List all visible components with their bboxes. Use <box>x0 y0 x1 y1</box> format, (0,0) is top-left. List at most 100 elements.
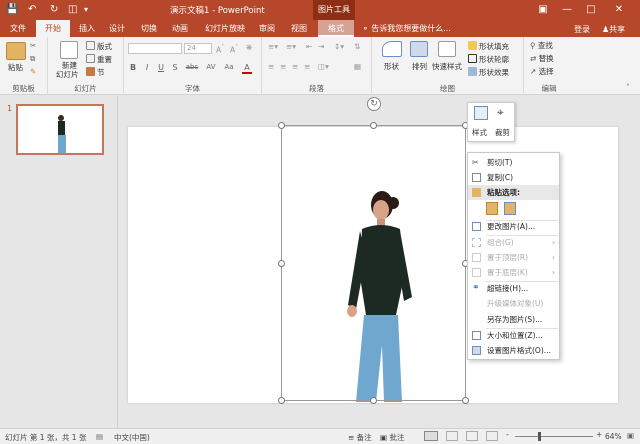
select-button[interactable]: ↗ 选择 <box>530 67 554 77</box>
tab-format[interactable]: 格式 <box>318 20 354 37</box>
justify-icon[interactable]: ≡ <box>304 62 310 72</box>
close-icon[interactable]: ✕ <box>608 2 630 18</box>
smartart-icon[interactable]: ▦ <box>354 62 361 72</box>
menu-change-picture[interactable]: 更改图片(A)... <box>468 219 559 234</box>
find-button[interactable]: ⚲ 查找 <box>530 41 553 51</box>
font-size-combo[interactable]: 24 <box>184 43 212 54</box>
reset-button[interactable]: 重置 <box>86 54 112 65</box>
zoom-slider-thumb[interactable] <box>538 432 541 441</box>
notes-button[interactable]: ≡ 备注 <box>348 432 372 443</box>
resize-handle-b[interactable] <box>370 397 377 404</box>
tell-me-search[interactable]: ⚬ 告诉我您想要做什么... <box>362 20 451 37</box>
underline-button[interactable]: U <box>156 63 166 72</box>
crop-icon[interactable]: ⌖ <box>497 105 504 120</box>
align-left-icon[interactable]: ≡ <box>268 62 274 72</box>
zoom-out-button[interactable]: - <box>506 430 509 439</box>
columns-icon[interactable]: ◫▾ <box>318 62 329 72</box>
clear-format-icon[interactable]: ❋ <box>246 43 252 53</box>
style-button[interactable]: 样式 <box>472 127 487 138</box>
slide-sorter-icon[interactable] <box>446 431 458 441</box>
save-icon[interactable]: 💾 <box>6 3 18 17</box>
layout-button[interactable]: 版式 <box>86 41 112 52</box>
italic-button[interactable]: I <box>142 63 152 72</box>
spellcheck-icon[interactable]: ▤ <box>96 432 103 441</box>
font-name-combo[interactable] <box>128 43 182 54</box>
grow-font-icon[interactable]: A˄ <box>216 43 224 56</box>
tab-slideshow[interactable]: 幻灯片放映 <box>200 20 250 37</box>
tab-insert[interactable]: 插入 <box>74 20 100 37</box>
reading-view-icon[interactable] <box>466 431 478 441</box>
menu-copy[interactable]: 复制(C) <box>468 170 559 185</box>
decrease-indent-icon[interactable]: ⇤ <box>306 42 312 52</box>
replace-button[interactable]: ⇄ 替换 <box>530 54 554 64</box>
strikethrough-button[interactable]: abc <box>184 63 200 71</box>
shadow-button[interactable]: S <box>170 63 180 72</box>
shape-outline-button[interactable]: 形状轮廓 <box>468 54 509 65</box>
section-button[interactable]: 节 <box>86 67 105 78</box>
fit-slide-icon[interactable]: ▣ <box>627 431 634 440</box>
change-case-button[interactable]: Aa <box>222 63 236 71</box>
shapes-button[interactable]: 形状 <box>384 62 399 72</box>
new-slide-icon[interactable] <box>60 41 78 59</box>
normal-view-icon[interactable] <box>424 431 438 441</box>
bullets-icon[interactable]: ≡▾ <box>268 42 278 52</box>
paste-button[interactable]: 粘贴 <box>8 63 23 73</box>
resize-handle-tl[interactable] <box>278 122 285 129</box>
tab-transitions[interactable]: 切换 <box>136 20 162 37</box>
start-presentation-icon[interactable]: ◫ <box>68 3 77 17</box>
ribbon-display-icon[interactable]: ▣ <box>532 2 554 18</box>
arrange-button[interactable]: 排列 <box>412 62 427 72</box>
shape-fill-button[interactable]: 形状填充 <box>468 41 509 52</box>
align-right-icon[interactable]: ≡ <box>292 62 298 72</box>
tab-animations[interactable]: 动画 <box>167 20 193 37</box>
menu-hyperlink[interactable]: ⚭ 超链接(H)... <box>468 281 559 296</box>
increase-indent-icon[interactable]: ⇥ <box>318 42 324 52</box>
tab-file[interactable]: 文件 <box>4 20 32 37</box>
zoom-slider[interactable] <box>515 436 593 437</box>
slideshow-view-icon[interactable] <box>486 431 498 441</box>
zoom-in-button[interactable]: + <box>596 430 602 439</box>
menu-cut[interactable]: ✂ 剪切(T) <box>468 155 559 170</box>
menu-format-picture[interactable]: 设置图片格式(O)... <box>468 343 559 358</box>
align-center-icon[interactable]: ≡ <box>280 62 286 72</box>
zoom-level[interactable]: 64% <box>605 432 622 441</box>
tab-review[interactable]: 审阅 <box>254 20 280 37</box>
menu-save-as-picture[interactable]: 另存为图片(S)... <box>468 312 559 327</box>
bold-button[interactable]: B <box>128 63 138 72</box>
resize-handle-br[interactable] <box>462 397 469 404</box>
menu-size-position[interactable]: 大小和位置(Z)... <box>468 328 559 343</box>
paste-keep-format-icon[interactable] <box>486 202 498 215</box>
tab-home[interactable]: 开始 <box>36 20 70 37</box>
login-link[interactable]: 登录 <box>574 24 590 35</box>
crop-button[interactable]: 裁剪 <box>495 127 510 138</box>
line-spacing-icon[interactable]: ↕▾ <box>334 42 344 52</box>
tab-view[interactable]: 视图 <box>286 20 312 37</box>
arrange-icon[interactable] <box>410 41 428 57</box>
shrink-font-icon[interactable]: A˅ <box>230 43 238 56</box>
paste-as-picture-icon[interactable] <box>504 202 516 215</box>
cut-icon[interactable]: ✂ <box>30 41 36 51</box>
char-spacing-button[interactable]: AV <box>204 63 218 71</box>
maximize-icon[interactable]: □ <box>580 2 602 18</box>
style-icon[interactable] <box>474 106 488 120</box>
shape-effects-button[interactable]: 形状效果 <box>468 67 509 78</box>
customize-qat-icon[interactable]: ▾ <box>84 3 88 17</box>
paste-icon[interactable] <box>6 42 26 60</box>
quick-styles-icon[interactable] <box>438 41 456 57</box>
minimize-icon[interactable]: — <box>556 2 578 18</box>
copy-icon[interactable]: ⧉ <box>30 54 35 64</box>
comments-button[interactable]: ▣ 批注 <box>380 432 404 443</box>
text-direction-icon[interactable]: ⇅ <box>354 42 360 52</box>
font-color-button[interactable]: A <box>242 63 252 74</box>
numbering-icon[interactable]: ≡▾ <box>286 42 296 52</box>
shapes-icon[interactable] <box>382 41 402 57</box>
resize-handle-bl[interactable] <box>278 397 285 404</box>
slide-thumbnail[interactable] <box>16 104 104 155</box>
resize-handle-t[interactable] <box>370 122 377 129</box>
tab-design[interactable]: 设计 <box>104 20 130 37</box>
undo-icon[interactable]: ↶ <box>28 3 36 17</box>
share-button[interactable]: ♟共享 <box>602 24 625 35</box>
quick-styles-button[interactable]: 快速样式 <box>432 62 462 72</box>
redo-icon[interactable]: ↻ <box>50 3 58 17</box>
collapse-ribbon-icon[interactable]: ˄ <box>626 83 630 93</box>
